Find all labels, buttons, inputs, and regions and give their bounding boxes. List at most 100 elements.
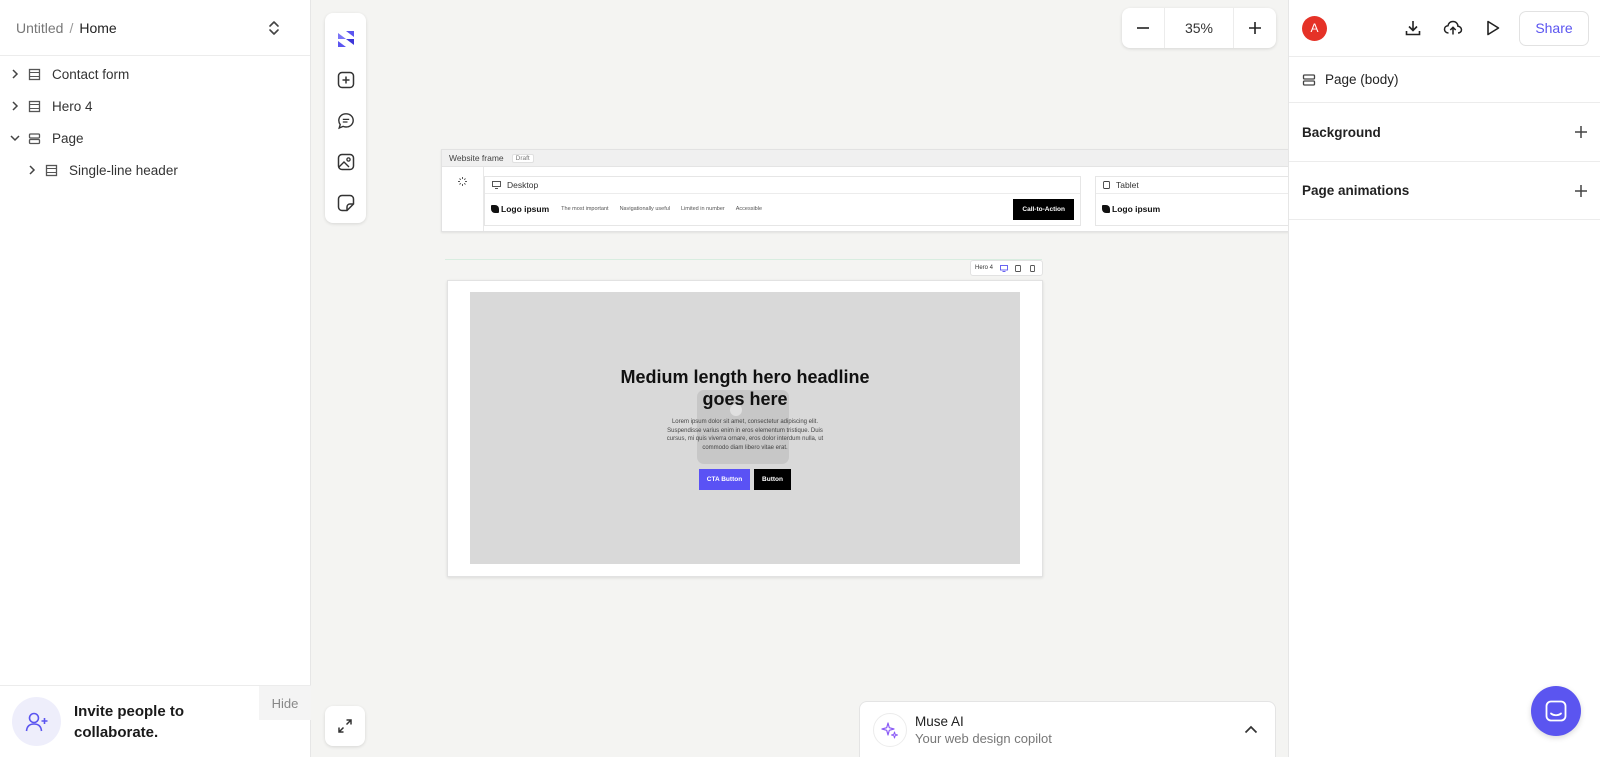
website-frame[interactable]: Website frame Draft Desktop Logo ipsum T… [441, 149, 1289, 232]
top-bar: A Share [1289, 0, 1600, 56]
zoom-in-button[interactable] [1234, 8, 1276, 48]
frame-sidebar [442, 167, 484, 231]
desktop-header-nav: Logo ipsum The most important Navigation… [485, 194, 1080, 224]
muse-ai-title: Muse AI [915, 713, 964, 729]
desktop-preview[interactable]: Desktop Logo ipsum The most important Na… [484, 176, 1081, 226]
layer-item-page[interactable]: Page [0, 122, 310, 154]
page-switcher-icon[interactable] [268, 19, 280, 37]
selected-element-label: Page (body) [1325, 72, 1399, 87]
invite-banner: Invite people to collaborate. Hide [0, 685, 311, 757]
chevron-right-icon[interactable] [8, 101, 22, 111]
image-icon[interactable] [325, 141, 366, 182]
hero-headline[interactable]: Medium length hero headline goes here [620, 366, 870, 410]
muse-ai-text: Muse AI Your web design copilot [915, 714, 1052, 746]
layer-item-contact-form[interactable]: Contact form [0, 58, 310, 90]
layer-item-single-line-header[interactable]: Single-line header [0, 154, 310, 186]
section-icon [28, 100, 44, 113]
hide-button[interactable]: Hide [259, 686, 311, 720]
add-animation-icon[interactable] [1574, 184, 1588, 198]
canvas-toolbar [325, 13, 366, 223]
breadcrumb: Untitled / Home [0, 0, 310, 56]
nav-link[interactable]: Navigationally useful [620, 206, 670, 212]
logo: Logo ipsum [1102, 204, 1160, 214]
chevron-up-icon[interactable] [1244, 725, 1258, 734]
stack-icon [28, 132, 44, 145]
cta-button[interactable]: Call-to-Action [1013, 198, 1074, 220]
tablet-preview[interactable]: Tablet Logo ipsum [1095, 176, 1288, 226]
tablet-label: Tablet [1116, 180, 1139, 190]
mobile-view-icon[interactable] [1025, 264, 1039, 272]
alignment-guide [445, 259, 1042, 260]
selected-element[interactable]: Page (body) [1289, 56, 1600, 102]
logo-mark-icon [1102, 205, 1110, 213]
tablet-view-icon[interactable] [1011, 264, 1025, 272]
layer-label: Contact form [52, 66, 130, 82]
expand-icon[interactable] [325, 706, 365, 746]
preview-play-icon[interactable] [1473, 19, 1513, 37]
logo: Logo ipsum [491, 204, 549, 214]
sticky-note-icon[interactable] [325, 182, 366, 223]
hero-buttons: CTA Button Button [699, 469, 791, 490]
tablet-header-nav: Logo ipsum [1096, 194, 1288, 224]
nav-link[interactable]: Accessible [736, 206, 762, 212]
desktop-preview-header: Desktop [485, 177, 1080, 194]
share-button[interactable]: Share [1519, 10, 1589, 46]
layer-label: Single-line header [69, 162, 178, 178]
muse-ai-panel[interactable]: Muse AI Your web design copilot [859, 701, 1276, 757]
section-label: Background [1302, 124, 1381, 140]
muse-ai-subtitle: Your web design copilot [915, 730, 1052, 746]
zoom-control: 35% [1122, 8, 1276, 48]
logo-text: Logo ipsum [501, 204, 550, 214]
sparkle-icon [873, 712, 907, 747]
hero-secondary-button[interactable]: Button [754, 469, 791, 490]
layer-label: Hero 4 [52, 98, 93, 114]
add-background-icon[interactable] [1574, 125, 1588, 139]
tablet-preview-header: Tablet [1096, 177, 1288, 194]
hero-cta-button[interactable]: CTA Button [699, 469, 750, 490]
background-section[interactable]: Background [1289, 102, 1600, 161]
zoom-out-button[interactable] [1122, 8, 1164, 48]
hero-frame-tag: Hero 4 [970, 260, 1043, 276]
website-frame-header: Website frame Draft [442, 150, 1288, 167]
download-icon[interactable] [1393, 19, 1433, 37]
tablet-icon [1103, 181, 1110, 189]
layer-item-hero-4[interactable]: Hero 4 [0, 90, 310, 122]
logo-mark-icon [491, 205, 499, 213]
add-user-icon[interactable] [12, 697, 61, 746]
chat-support-icon[interactable] [1531, 686, 1581, 736]
hero-frame[interactable]: Medium length hero headline goes here Lo… [447, 280, 1043, 577]
chevron-right-icon[interactable] [25, 165, 39, 175]
hero-tag-label: Hero 4 [975, 265, 994, 271]
desktop-icon [492, 181, 501, 189]
brand-logo-icon[interactable] [325, 19, 366, 60]
zoom-level[interactable]: 35% [1164, 8, 1234, 48]
invite-text[interactable]: Invite people to collaborate. [74, 701, 224, 743]
hero-background-image[interactable]: Medium length hero headline goes here Lo… [470, 292, 1020, 564]
section-icon [28, 68, 44, 81]
publish-cloud-icon[interactable] [1433, 19, 1473, 37]
user-avatar[interactable]: A [1302, 15, 1327, 41]
top-actions [1393, 19, 1513, 37]
add-element-icon[interactable] [325, 60, 366, 101]
chevron-right-icon[interactable] [8, 69, 22, 79]
website-frame-title: Website frame [449, 153, 504, 163]
magic-wand-icon[interactable] [457, 174, 468, 231]
desktop-view-icon[interactable] [997, 264, 1011, 272]
breadcrumb-project[interactable]: Untitled [16, 20, 63, 36]
layers-panel: Untitled / Home Contact form Hero 4 Page… [0, 0, 311, 757]
hero-body-text[interactable]: Lorem ipsum dolor sit amet, consectetur … [660, 418, 830, 452]
stack-icon [1302, 73, 1316, 87]
nav-link[interactable]: Limited in number [681, 206, 725, 212]
chevron-down-icon[interactable] [8, 134, 22, 142]
comment-icon[interactable] [325, 101, 366, 142]
layer-tree: Contact form Hero 4 Page Single-line hea… [0, 56, 310, 186]
desktop-label: Desktop [507, 180, 539, 190]
breadcrumb-page[interactable]: Home [79, 20, 116, 36]
section-icon [45, 164, 61, 177]
logo-text: Logo ipsum [1112, 204, 1161, 214]
page-animations-section[interactable]: Page animations [1289, 161, 1600, 220]
layer-label: Page [52, 130, 84, 146]
nav-link[interactable]: The most important [561, 206, 608, 212]
properties-panel: A Share Page (body) Background Page anim… [1288, 0, 1600, 757]
breadcrumb-separator: / [69, 19, 74, 36]
